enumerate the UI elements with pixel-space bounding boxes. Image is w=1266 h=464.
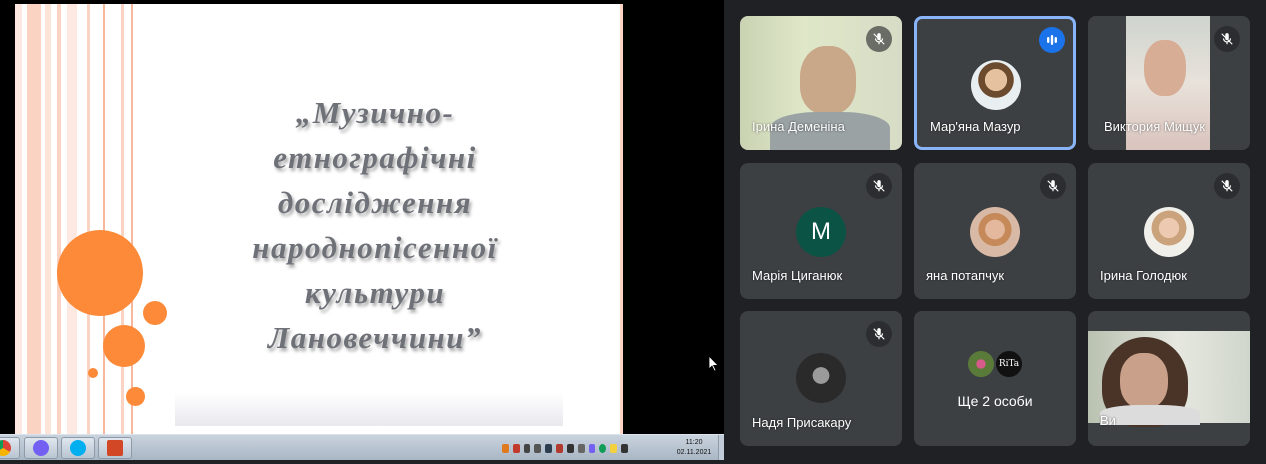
mic-off-icon	[866, 173, 892, 199]
audio-level-icon	[1039, 27, 1065, 53]
slide-reflection	[175, 392, 563, 426]
mouse-pointer-icon	[709, 356, 719, 372]
slide-title-line: народнопісенної	[252, 230, 498, 265]
participant-tile-active-speaker[interactable]: Мар'яна Мазур	[914, 16, 1076, 150]
slide-stripe	[620, 4, 623, 434]
participant-tile[interactable]: Надя Присакару	[740, 311, 902, 446]
participant-avatar	[1144, 207, 1194, 257]
participant-avatar	[966, 349, 996, 379]
participant-avatar	[970, 207, 1020, 257]
taskbar-chrome-button[interactable]	[0, 437, 20, 459]
slide-stripe	[57, 4, 61, 434]
slide-stripe	[121, 4, 124, 434]
participant-name: Марія Циганюк	[752, 268, 843, 283]
tray-app-icon[interactable]	[610, 443, 618, 453]
clock-time: 11:20	[685, 439, 703, 446]
taskbar-powerpoint-button[interactable]	[98, 437, 132, 459]
network-signal-icon[interactable]	[621, 443, 628, 453]
participant-avatar: RiTa	[994, 349, 1024, 379]
participant-tile[interactable]: яна потапчук	[914, 163, 1076, 299]
mic-off-icon	[1040, 173, 1066, 199]
skype-icon	[70, 440, 86, 456]
participant-name: Надя Присакару	[752, 415, 852, 430]
participant-name: яна потапчук	[926, 268, 1005, 283]
mic-off-icon	[866, 26, 892, 52]
slide-stripe	[131, 4, 133, 434]
clock-date: 02.11.2021	[676, 449, 712, 456]
viber-icon	[33, 440, 49, 456]
slide-stripe	[45, 4, 51, 434]
tray-app-icon[interactable]	[534, 443, 542, 453]
mic-off-icon	[1214, 26, 1240, 52]
participant-name: Ірина Деменіна	[752, 119, 845, 134]
taskbar-skype-button[interactable]	[61, 437, 95, 459]
os-taskbar: 11:20 02.11.2021	[0, 434, 724, 461]
decor-circle	[143, 301, 167, 325]
video-face	[1120, 353, 1168, 409]
decor-circle	[103, 325, 145, 367]
tray-app-icon[interactable]	[523, 443, 531, 453]
more-participants-label: Ще 2 особи	[957, 393, 1033, 409]
system-tray	[498, 437, 628, 459]
slide-title-line: етнографічні	[273, 140, 477, 175]
decor-circle	[88, 368, 98, 378]
tray-app-icon[interactable]	[588, 443, 596, 453]
meeting-window: „Музично- етнографічні дослідження народ…	[0, 0, 1266, 464]
powerpoint-icon	[107, 440, 123, 456]
participant-video	[1088, 331, 1250, 427]
tray-app-icon[interactable]	[556, 443, 563, 453]
slide-title-line: культури	[304, 275, 446, 310]
participant-name: Ірина Голодюк	[1100, 268, 1187, 283]
chrome-icon	[0, 440, 11, 456]
taskbar-clock[interactable]: 11:20 02.11.2021	[672, 436, 716, 460]
slide-title: „Музично- етнографічні дослідження народ…	[165, 90, 585, 360]
decor-circle	[57, 230, 143, 316]
participant-name: Виктория Мищук	[1104, 119, 1206, 134]
slide-title-line: „Музично-	[295, 95, 455, 130]
self-view-tile[interactable]: Ви	[1088, 311, 1250, 446]
taskbar-viber-button[interactable]	[24, 437, 58, 459]
participant-initial-avatar: M	[796, 207, 846, 257]
slide-stripe	[103, 4, 105, 434]
tray-app-icon[interactable]	[566, 443, 574, 453]
mic-off-icon	[866, 321, 892, 347]
participant-name: Мар'яна Мазур	[930, 119, 1021, 134]
tray-app-icon[interactable]	[502, 443, 509, 453]
participant-tile[interactable]: Ірина Деменіна	[740, 16, 902, 150]
video-face	[1144, 40, 1186, 96]
participant-avatar	[971, 60, 1021, 110]
presentation-slide: „Музично- етнографічні дослідження народ…	[15, 4, 623, 434]
tray-app-icon[interactable]	[545, 443, 553, 453]
slide-title-line: дослідження	[277, 185, 473, 220]
chrome-tray-icon[interactable]	[599, 443, 607, 453]
slide-stripe	[27, 4, 41, 434]
slide-stripe	[15, 4, 22, 434]
volume-icon[interactable]	[577, 443, 585, 453]
slide-stripe	[67, 4, 77, 434]
screen-bottom-edge	[0, 460, 724, 464]
slide-title-line: Лановеччини”	[267, 320, 483, 355]
shared-screen: „Музично- етнографічні дослідження народ…	[0, 0, 724, 464]
decor-circle	[126, 387, 145, 406]
participant-tile[interactable]: Ірина Голодюк	[1088, 163, 1250, 299]
mic-off-icon	[1214, 173, 1240, 199]
participant-tile[interactable]: Виктория Мищук	[1088, 16, 1250, 150]
more-participants-tile[interactable]: RiTa Ще 2 особи	[914, 311, 1076, 446]
show-desktop-button[interactable]	[718, 435, 724, 461]
participant-tile[interactable]: M Марія Циганюк	[740, 163, 902, 299]
tray-app-icon[interactable]	[512, 443, 520, 453]
participant-avatar	[796, 353, 846, 403]
video-face	[800, 46, 856, 114]
participant-name: Ви	[1100, 413, 1116, 428]
